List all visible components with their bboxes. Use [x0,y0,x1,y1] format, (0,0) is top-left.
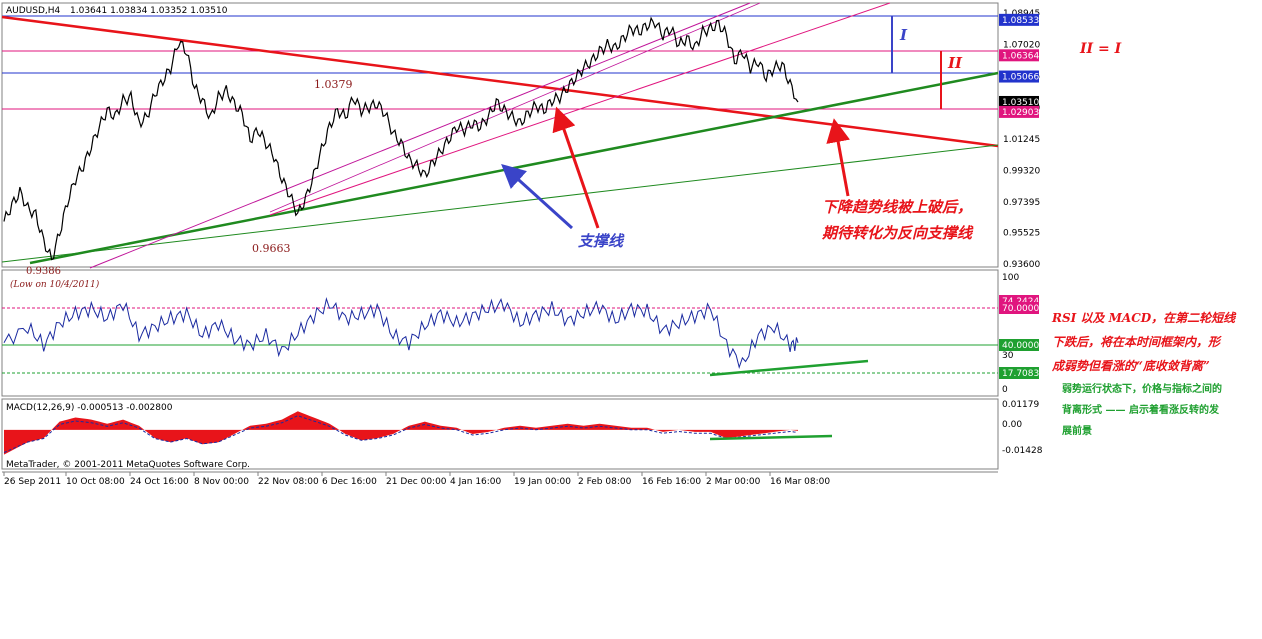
rsi-note-2: 下跌后，将在本时间框架内，形 [1052,335,1222,349]
time-tick-label: 4 Jan 16:00 [450,477,502,487]
breakout-label-2: 期待转化为反向支撑线 [821,224,974,242]
chart-title: AUDUSD,H4 [6,6,61,16]
price-tick-label: 0.97395 [1003,198,1040,208]
marker-ii: II [947,54,963,72]
rsi-badge-label: 40.0000 [1002,341,1039,351]
price-tick-label: 0.99320 [1003,166,1040,176]
rsi-tick-100: 100 [1002,273,1019,283]
div-note-3: 展前景 [1062,424,1092,437]
price-badge-label: 1.06364 [1002,51,1039,61]
time-tick-label: 2 Mar 00:00 [706,477,761,487]
price-badges: 1.085331.063641.050661.035101.02903 [999,13,1039,118]
price-tick-label: 1.07020 [1003,41,1040,51]
macd-tick-top: 0.01179 [1002,400,1039,410]
marker-i: I [899,26,908,44]
high-label: 1.0379 [314,78,353,91]
equation-label: II = I [1079,41,1122,57]
rsi-panel [1,269,999,397]
chart-canvas: 1.089451.070201.050951.031701.012450.993… [1,2,1237,487]
price-axis-ticks: 1.089451.070201.050951.031701.012450.993… [1003,9,1040,270]
time-axis-ticks: 26 Sep 2011 10 Oct 08:00 24 Oct 16:00 8 Nov… [3,472,830,487]
rsi-badges: 74.242470.000040.000017.7083 [999,295,1039,379]
low-label-2: 0.9663 [252,242,291,255]
price-badge-label: 1.02903 [1002,108,1039,118]
price-tick-label: 1.01245 [1003,135,1040,145]
time-tick-label: 22 Nov 08:00 [258,477,319,487]
low-label-note: (Low on 10/4/2011) [10,279,100,290]
time-tick-label: 6 Dec 16:00 [322,477,377,487]
div-note-2: 背离形式 —— 启示着看涨反转的发 [1062,403,1220,416]
price-tick-label: 0.95525 [1003,229,1040,239]
time-tick-label: 24 Oct 16:00 [130,477,189,487]
price-tick-label: 0.93600 [1003,260,1040,270]
support-line-label: 支撑线 [578,232,625,250]
price-badge-label: 1.05066 [1002,73,1039,83]
copyright: MetaTrader, © 2001-2011 MetaQuotes Softw… [6,460,250,470]
rsi-badge-label: 70.0000 [1002,304,1039,314]
time-tick-label: 10 Oct 08:00 [66,477,125,487]
rsi-note-3: 成弱势但看涨的“底收敛背离” [1051,359,1210,373]
macd-tick-bottom: -0.01428 [1002,446,1043,456]
macd-label: MACD(12,26,9) -0.000513 -0.002800 [6,403,173,413]
breakout-label-1: 下降趋势线被上破后， [822,198,972,216]
price-badge-label: 1.08533 [1002,16,1039,26]
div-note-1: 弱势运行状态下，价格与指标之间的 [1062,382,1222,395]
low-label-1: 0.9386 [26,266,61,277]
time-tick-label: 2 Feb 08:00 [578,477,632,487]
time-tick-label: 21 Dec 00:00 [386,477,447,487]
time-tick-label: 16 Mar 08:00 [770,477,830,487]
time-tick-label: 8 Nov 00:00 [194,477,249,487]
time-tick-label: 19 Jan 00:00 [514,477,571,487]
rsi-tick-30: 30 [1002,351,1014,361]
time-tick-label: 16 Feb 16:00 [642,477,701,487]
time-tick-label: 26 Sep 2011 [4,477,61,487]
macd-tick-zero: 0.00 [1002,420,1022,430]
rsi-tick-0: 0 [1002,385,1008,395]
rsi-note-1: RSI 以及 MACD，在第二轮短线 [1051,311,1237,325]
ohlc-readout: 1.03641 1.03834 1.03352 1.03510 [70,6,228,16]
rsi-badge-label: 17.7083 [1002,369,1039,379]
